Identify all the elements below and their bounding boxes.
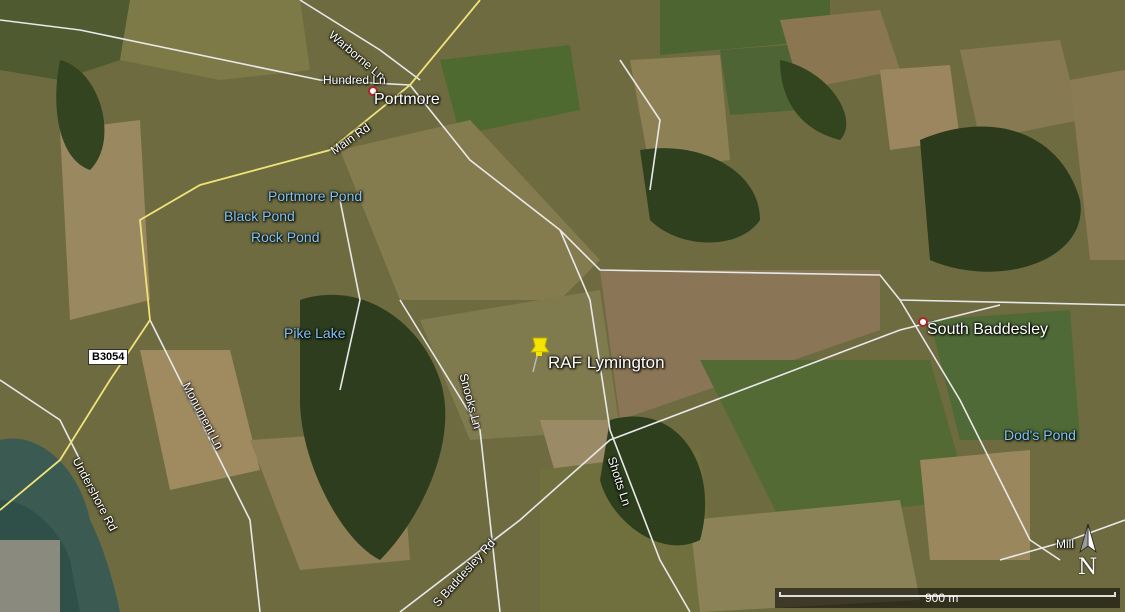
water-label-rock-pond[interactable]: Rock Pond — [251, 229, 319, 245]
place-label-portmore[interactable]: Portmore — [374, 91, 440, 109]
scale-bar: 900 m — [775, 588, 1120, 608]
place-label-south-baddesley[interactable]: South Baddesley — [927, 321, 1048, 339]
water-label-portmore-pond[interactable]: Portmore Pond — [268, 188, 362, 204]
scale-bar-label: 900 m — [925, 591, 959, 605]
poi-label-raf-lymington[interactable]: RAF Lymington — [548, 353, 665, 373]
road-shield-b3054[interactable]: B3054 — [88, 349, 129, 365]
satellite-map[interactable]: Portmore South Baddesley Portmore Pond B… — [0, 0, 1125, 612]
water-label-black-pond[interactable]: Black Pond — [224, 208, 295, 224]
road-label-hundred-ln[interactable]: Hundred Ln — [323, 73, 386, 87]
water-label-pike-lake[interactable]: Pike Lake — [284, 325, 345, 341]
compass-label: N — [1078, 555, 1098, 580]
north-arrow-icon — [1079, 523, 1097, 554]
compass[interactable]: N — [1070, 522, 1106, 582]
water-label-dods-pond[interactable]: Dod's Pond — [1004, 427, 1076, 443]
satellite-imagery — [0, 0, 1125, 612]
